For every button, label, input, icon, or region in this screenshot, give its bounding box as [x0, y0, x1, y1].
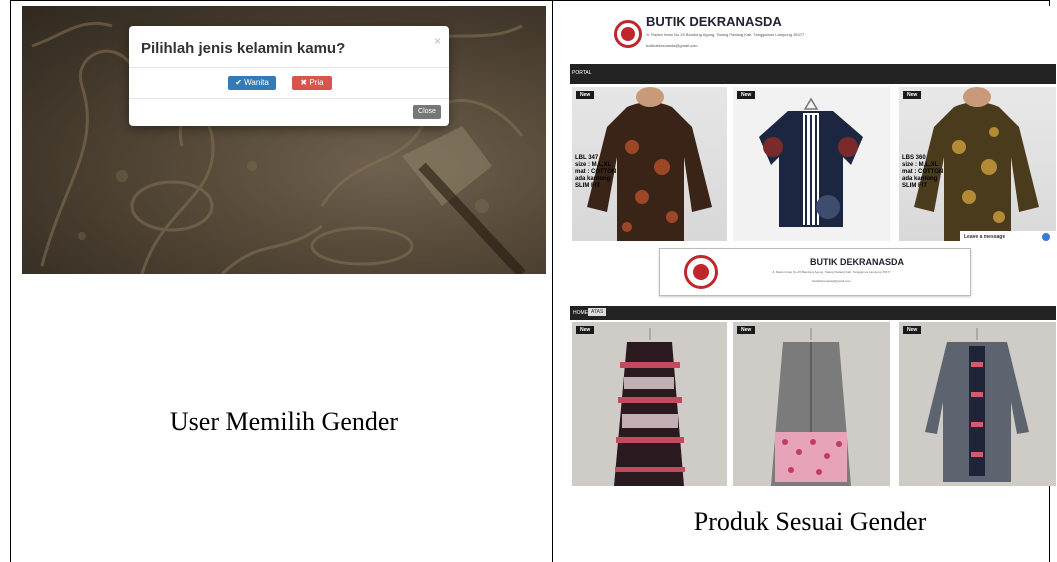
modal-title: Pilihlah jenis kelamin kamu? — [141, 40, 346, 57]
shop-logo[interactable] — [614, 20, 642, 48]
new-badge: New — [903, 326, 922, 334]
product-card[interactable]: New — [899, 322, 1056, 486]
category-navbar: HOME ATAS — [570, 306, 1056, 320]
product-card[interactable]: New LBS 360 size : M,L,XL mat : COTTON a… — [899, 87, 1056, 241]
leave-message-label: Leave a message — [964, 234, 1006, 240]
gender-modal: Pilihlah jenis kelamin kamu? × ✔ Wanita … — [129, 26, 449, 126]
banner-email: butikdekranasda@gmail.com — [812, 279, 851, 283]
product-image — [614, 328, 685, 486]
nav-item-home[interactable]: HOME — [573, 310, 588, 316]
nav-item-portal[interactable]: PORTAL — [572, 70, 592, 76]
shop-header: BUTIK DEKRANASDA Jl. Raden Intan No.25 B… — [570, 6, 1056, 64]
product-card[interactable]: New — [733, 322, 890, 486]
product-image — [771, 328, 851, 486]
product-description: LBL 347 size : M,L,XL mat : COTTON ada k… — [575, 155, 617, 189]
pria-button[interactable]: ✖ Pria — [292, 76, 332, 90]
top-navbar: PORTAL — [570, 64, 1056, 84]
new-badge: New — [903, 91, 922, 99]
gender-modal-screenshot: Pilihlah jenis kelamin kamu? × ✔ Wanita … — [22, 6, 546, 274]
close-icon[interactable]: × — [434, 34, 441, 48]
banner-address: Jl. Raden Intan No.25 Bandung Agung, Tal… — [772, 270, 891, 274]
chat-icon[interactable] — [1042, 233, 1050, 241]
leave-message-widget[interactable]: Leave a message — [960, 231, 1056, 243]
shop-screenshot: BUTIK DEKRANASDA Jl. Raden Intan No.25 B… — [570, 6, 1056, 486]
new-badge: New — [576, 326, 595, 334]
product-card[interactable]: New — [733, 87, 890, 241]
product-image — [925, 328, 1029, 482]
shop-banner: BUTIK DEKRANASDA Jl. Raden Intan No.25 B… — [659, 248, 971, 296]
product-description: LBS 360 size : M,L,XL mat : COTTON ada k… — [902, 155, 944, 189]
banner-logo — [684, 255, 718, 289]
new-badge: New — [737, 91, 756, 99]
nav-item-category[interactable]: ATAS — [588, 308, 607, 316]
banner-shop-name: BUTIK DEKRANASDA — [810, 257, 904, 267]
product-card[interactable]: New — [572, 322, 727, 486]
left-caption: User Memilih Gender — [169, 407, 399, 436]
right-caption: Produk Sesuai Gender — [693, 507, 927, 536]
new-badge: New — [737, 326, 756, 334]
shop-name: BUTIK DEKRANASDA — [646, 14, 782, 29]
shop-address: Jl. Raden Intan No.25 Bandung Agung, Tal… — [646, 32, 805, 37]
close-button[interactable]: Close — [413, 105, 441, 119]
new-badge: New — [576, 91, 595, 99]
wanita-button[interactable]: ✔ Wanita — [228, 76, 276, 90]
document-table-divider — [552, 0, 553, 562]
modal-divider — [129, 98, 449, 99]
product-image — [759, 97, 863, 227]
product-card[interactable]: New LBL 347 size : M,L,XL mat : COTTON a… — [572, 87, 727, 241]
shop-email: butikdekranasda@gmail.com — [646, 43, 698, 48]
modal-divider — [129, 67, 449, 68]
